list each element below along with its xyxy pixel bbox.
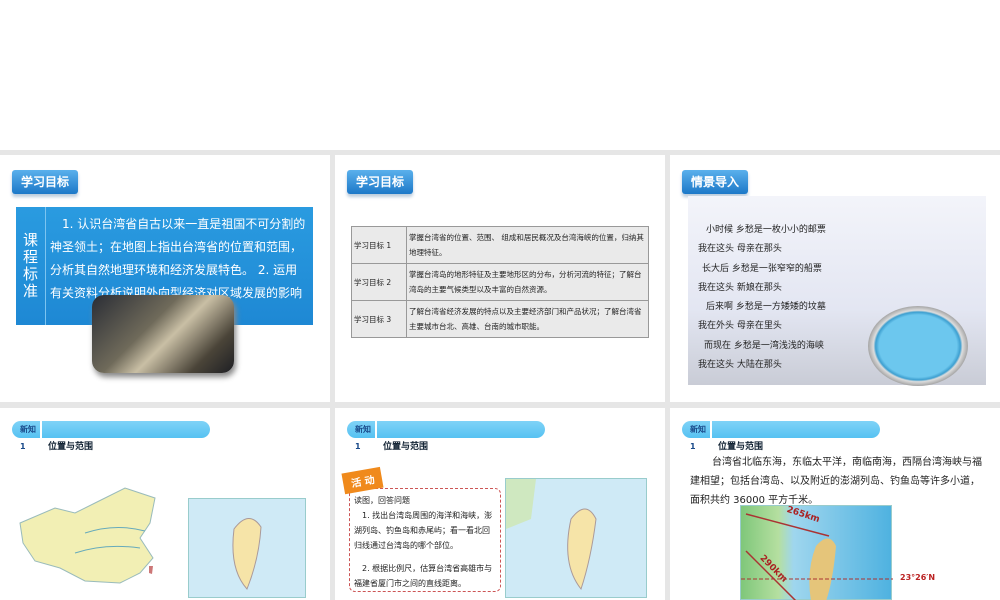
slide-thumbnail-6[interactable]: 新知 1 位置与范围 台湾省北临东海，东临太平洋，南临南海，西隔台湾海峡与福建相望… (670, 408, 1000, 600)
slide-thumbnail-5[interactable]: 新知 1 位置与范围 读图，回答问题 1. 找出台湾岛周围的海洋和海峡，澎湖列岛、… (335, 408, 665, 600)
row-header: 学习目标 1 (351, 226, 407, 264)
pill-title: 位置与范围 (48, 442, 94, 452)
row-text: 掌握台湾岛的地形特征及主要地形区的分布，分析河流的特征；了解台湾岛的主要气候类型… (406, 263, 649, 301)
table-row: 学习目标 3 了解台湾省经济发展的特点以及主要经济部门和产品状况；了解台湾省主要城… (351, 300, 649, 338)
pill-title: 位置与范围 (718, 442, 764, 452)
strait-map-disc (868, 306, 968, 386)
table-row: 学习目标 1 掌握台湾省的位置、范围、 组成和居民概况及台湾海峡的位置，归纳其地理… (351, 226, 649, 264)
description-text: 台湾省北临东海，东临太平洋，南临南海，西隔台湾海峡与福建相望；包括台湾岛、以及附… (690, 457, 982, 506)
poem-line: 我在这头 新娘在那头 (698, 282, 782, 293)
blank-top-area (0, 0, 1000, 150)
row-header: 学习目标 3 (351, 300, 407, 338)
section-badge: 学习目标 (347, 170, 413, 194)
row-text: 掌握台湾省的位置、范围、 组成和居民概况及台湾海峡的位置，归纳其地理特征。 (406, 226, 649, 264)
slide-thumbnail-4[interactable]: 新知 1 位置与范围 (0, 408, 330, 600)
row-header: 学习目标 2 (351, 263, 407, 301)
activity-box: 读图，回答问题 1. 找出台湾岛周围的海洋和海峡，澎湖列岛、钓鱼岛和赤尾屿；看一… (349, 488, 501, 592)
poem-background: 小时候 乡愁是一枚小小的邮票 我在这头 母亲在那头 长大后 乡愁是一张窄窄的船票… (688, 196, 986, 386)
relief-map: 265km 290km (740, 505, 893, 600)
poem-line: 我在这头 母亲在那头 (698, 244, 782, 255)
pill-tag: 新知 1 (347, 421, 377, 455)
objectives-table: 学习目标 1 掌握台湾省的位置、范围、 组成和居民概况及台湾海峡的位置，归纳其地理… (351, 226, 649, 338)
tropic-label: 23°26′N (900, 573, 936, 582)
slide-thumbnail-1[interactable]: 学习目标 课程标准 1. 认识台湾省自古以来一直是祖国不可分割的神圣领土；在地图… (0, 155, 330, 402)
poem-line: 我在这头 大陆在那头 (698, 360, 782, 371)
section-pill: 新知 1 位置与范围 (347, 421, 545, 455)
poem-text: 小时候 乡愁是一枚小小的邮票 我在这头 母亲在那头 长大后 乡愁是一张窄窄的船票… (698, 221, 826, 375)
taiwan-map (505, 478, 647, 598)
rock-photo (92, 295, 234, 373)
pill-tag: 新知 1 (12, 421, 42, 455)
poem-line: 后来啊 乡愁是一方矮矮的坟墓 (706, 302, 826, 313)
china-map (19, 487, 156, 584)
activity-line: 1. 找出台湾岛周围的海洋和海峡，澎湖列岛、钓鱼岛和赤尾屿；看一看北回归线通过台… (354, 511, 493, 550)
activity-line: 2. 根据比例尺，估算台湾省高雄市与福建省厦门市之间的直线距离。 (354, 564, 493, 588)
poem-line: 小时候 乡愁是一枚小小的邮票 (706, 225, 826, 235)
taiwan-map (188, 498, 306, 598)
section-badge: 情景导入 (682, 170, 748, 194)
pill-title: 位置与范围 (383, 442, 429, 452)
table-row: 学习目标 2 掌握台湾岛的地形特征及主要地形区的分布，分析河流的特征；了解台湾岛的… (351, 263, 649, 301)
activity-line: 读图，回答问题 (354, 496, 410, 505)
pill-tag: 新知 1 (682, 421, 712, 455)
poem-line: 而现在 乡愁是一湾浅浅的海峡 (704, 340, 824, 351)
section-pill: 新知 1 位置与范围 (12, 421, 210, 455)
poem-line: 长大后 乡愁是一张窄窄的船票 (702, 263, 822, 274)
slide-thumbnail-3[interactable]: 情景导入 小时候 乡愁是一枚小小的邮票 我在这头 母亲在那头 长大后 乡愁是一张… (670, 155, 1000, 402)
slide-thumbnail-2[interactable]: 学习目标 学习目标 1 掌握台湾省的位置、范围、 组成和居民概况及台湾海峡的位置，… (335, 155, 665, 402)
poem-line: 我在外头 母亲在里头 (698, 321, 782, 332)
section-pill: 新知 1 位置与范围 (682, 421, 880, 455)
standard-label: 课程标准 (16, 207, 46, 325)
row-text: 了解台湾省经济发展的特点以及主要经济部门和产品状况；了解台湾省主要城市台北、高雄… (406, 300, 649, 338)
section-badge: 学习目标 (12, 170, 78, 194)
